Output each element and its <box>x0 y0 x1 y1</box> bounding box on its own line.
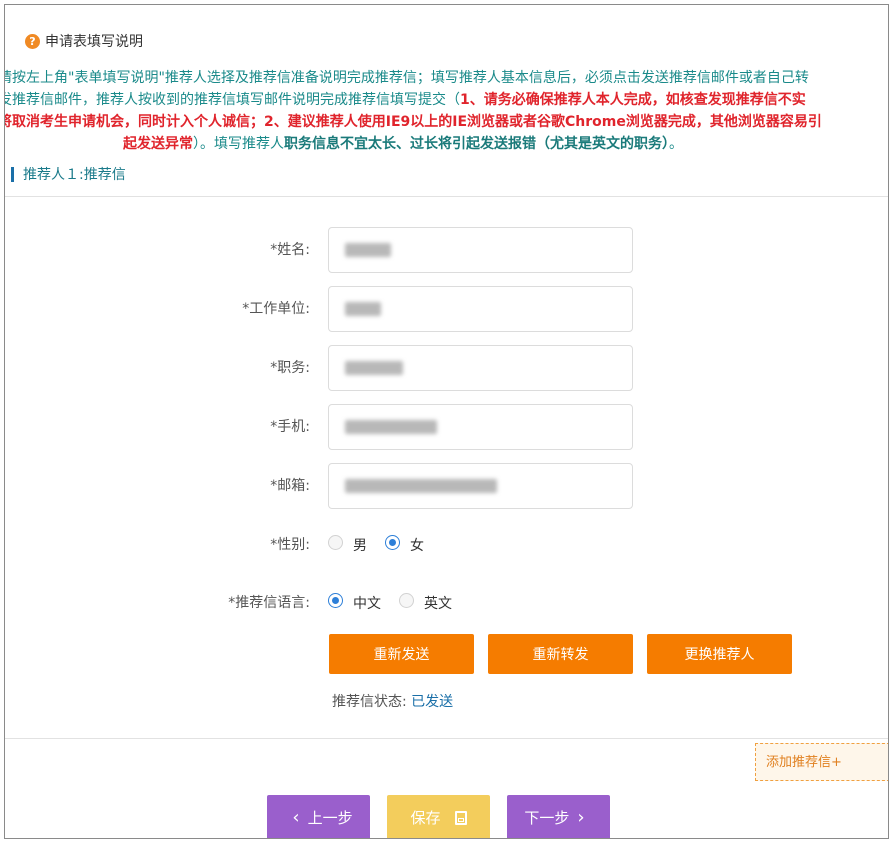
phone-input[interactable] <box>328 404 633 450</box>
letter-status: 推荐信状态: 已发送 <box>332 691 453 711</box>
section-title-text: 推荐人１:推荐信 <box>23 167 126 183</box>
gender-option-male[interactable]: 男 <box>328 534 367 555</box>
phone-label: *手机: <box>270 419 310 435</box>
notice-line-4-end: 。 <box>669 136 683 152</box>
phone-row: *手机: <box>5 404 888 450</box>
radio-unchecked-icon <box>328 534 343 550</box>
application-frame: ? 申请表填写说明 请按左上角"表单填写说明"推荐人选择及推荐信准备说明完成推荐… <box>4 4 889 839</box>
language-option-english-label: 英文 <box>424 596 452 612</box>
org-label: *工作单位: <box>242 301 310 317</box>
next-step-button[interactable]: 下一步 › <box>507 795 610 838</box>
position-input[interactable] <box>328 345 633 391</box>
gender-option-male-label: 男 <box>353 538 367 554</box>
save-button[interactable]: 保存 <box>387 795 490 838</box>
section-divider-bottom <box>5 738 888 739</box>
form-help-link[interactable]: ? 申请表填写说明 <box>25 31 143 51</box>
name-row: *姓名: <box>5 227 888 273</box>
org-input[interactable] <box>328 286 633 332</box>
language-radio-group: 中文 英文 <box>328 585 470 621</box>
section-divider-top <box>5 196 888 197</box>
name-input[interactable] <box>328 227 633 273</box>
radio-checked-icon <box>385 534 400 550</box>
prev-step-button[interactable]: ‹ 上一步 <box>267 795 370 838</box>
radio-unchecked-icon <box>399 592 414 608</box>
notice-line-3: 将取消考生申请机会，同时计入个人诚信；2、建议推荐人使用IE9以上的IE浏览器或… <box>4 111 888 133</box>
language-option-english[interactable]: 英文 <box>399 592 452 613</box>
notice-line-1: 请按左上角"表单填写说明"推荐人选择及推荐信准备说明完成推荐信；填写推荐人基本信… <box>4 70 809 86</box>
gender-radio-group: 男 女 <box>328 527 442 563</box>
position-label: *职务: <box>270 360 310 376</box>
gender-label: *性别: <box>270 537 310 553</box>
notice-warning-2: 将取消考生申请机会，同时计入个人诚信；2、建议推荐人使用IE9以上的IE浏览器或… <box>4 114 822 130</box>
org-row: *工作单位: <box>5 286 888 332</box>
question-icon: ? <box>25 33 40 49</box>
language-row: *推荐信语言: 中文 英文 <box>5 585 888 631</box>
letter-status-label: 推荐信状态: <box>332 694 407 710</box>
radio-checked-icon <box>328 592 343 608</box>
gender-row: *性别: 男 女 <box>5 527 888 573</box>
name-label: *姓名: <box>270 242 310 258</box>
notice-warning-3: 起发送异常 <box>123 136 193 152</box>
section-title: 推荐人１:推荐信 <box>11 164 126 184</box>
position-row: *职务: <box>5 345 888 391</box>
notice-line-2: 发推荐信邮件，推荐人按收到的推荐信填写邮件说明完成推荐信填写提交（1、请务必确保… <box>4 89 888 111</box>
notice-position-warning: 职务信息不宜太长、过长将引起发送报错（尤其是英文的职务） <box>284 136 669 152</box>
email-field[interactable] <box>328 463 633 509</box>
section-marker <box>11 166 14 182</box>
notice-line-2-text: 发推荐信邮件，推荐人按收到的推荐信填写邮件说明完成推荐信填写提交（ <box>4 92 460 108</box>
email-label: *邮箱: <box>270 478 310 494</box>
replace-recommender-button[interactable]: 更换推荐人 <box>647 634 792 674</box>
chevron-right-icon: › <box>577 807 585 828</box>
language-option-chinese-label: 中文 <box>353 596 381 612</box>
instruction-notice: 请按左上角"表单填写说明"推荐人选择及推荐信准备说明完成推荐信；填写推荐人基本信… <box>4 67 888 155</box>
save-icon <box>454 810 467 825</box>
language-option-chinese[interactable]: 中文 <box>328 592 381 613</box>
prev-step-label: 上一步 <box>307 809 353 827</box>
next-step-label: 下一步 <box>524 809 570 827</box>
save-label: 保存 <box>410 809 441 827</box>
letter-status-value: 已发送 <box>411 694 454 710</box>
resend-button[interactable]: 重新发送 <box>329 634 474 674</box>
notice-warning-1: 1、请务必确保推荐人本人完成，如核查发现推荐信不实 <box>460 92 806 108</box>
add-letter-button[interactable]: 添加推荐信+ <box>755 743 888 781</box>
chevron-left-icon: ‹ <box>292 807 300 828</box>
notice-line-4-text: ）。填写推荐人 <box>193 136 284 152</box>
gender-option-female[interactable]: 女 <box>385 534 424 555</box>
email-row: *邮箱: <box>5 463 888 509</box>
form-help-label: 申请表填写说明 <box>45 34 143 50</box>
forward-button[interactable]: 重新转发 <box>488 634 633 674</box>
gender-option-female-label: 女 <box>410 538 424 554</box>
language-label: *推荐信语言: <box>228 595 310 611</box>
notice-line-4: 起发送异常）。填写推荐人职务信息不宜太长、过长将引起发送报错（尤其是英文的职务）… <box>5 133 888 155</box>
